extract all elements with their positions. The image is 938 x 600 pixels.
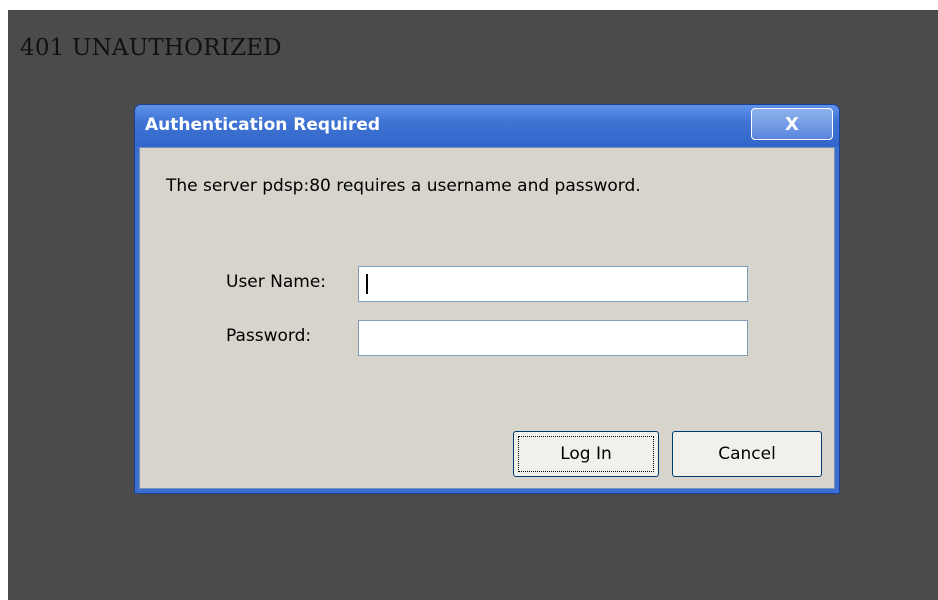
focus-ring xyxy=(518,436,654,472)
auth-dialog: Authentication Required X The server pds… xyxy=(134,104,840,494)
page-heading: 401 UNAUTHORIZED xyxy=(20,35,282,61)
close-icon: X xyxy=(785,113,799,135)
login-button[interactable]: Log In xyxy=(513,431,659,477)
password-label: Password: xyxy=(226,326,312,346)
dialog-body: The server pdsp:80 requires a username a… xyxy=(139,147,835,489)
cancel-button[interactable]: Cancel xyxy=(672,431,822,477)
username-label: User Name: xyxy=(226,272,327,292)
auth-message: The server pdsp:80 requires a username a… xyxy=(166,176,641,196)
username-input[interactable] xyxy=(358,266,748,302)
text-caret xyxy=(366,274,368,294)
page: 401 UNAUTHORIZED Authentication Required… xyxy=(0,0,938,600)
dialog-title: Authentication Required xyxy=(145,115,381,135)
dialog-titlebar[interactable]: Authentication Required X xyxy=(135,105,839,147)
close-button[interactable]: X xyxy=(751,108,833,140)
password-input[interactable] xyxy=(358,320,748,356)
cancel-button-label: Cancel xyxy=(718,444,776,464)
